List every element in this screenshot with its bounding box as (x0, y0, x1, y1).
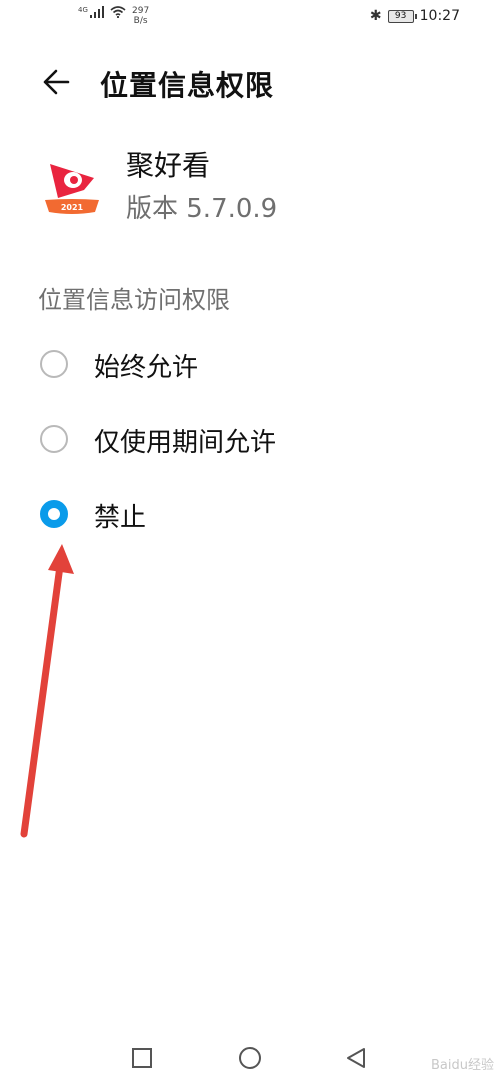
network-speed: 297 B/s (132, 6, 149, 26)
option-label: 禁止 (94, 503, 147, 533)
arrow-left-icon (43, 69, 70, 95)
app-name: 聚好看 (126, 149, 211, 182)
app-icon-badge: 2021 (61, 203, 84, 212)
radio-button-selected[interactable] (40, 500, 68, 528)
page-title: 位置信息权限 (100, 69, 275, 102)
navigation-bar: Baidu经验 (0, 1028, 500, 1084)
wifi-icon (110, 6, 126, 18)
status-bar: 4G 297 B/s ✱ 93 10:27 (0, 0, 500, 36)
square-icon (132, 1048, 152, 1068)
status-right: ✱ 93 10:27 (370, 8, 460, 24)
back-nav-button[interactable] (342, 1044, 370, 1072)
section-label: 位置信息访问权限 (38, 286, 230, 314)
network-type: 4G (78, 6, 88, 14)
triangle-back-icon (347, 1048, 365, 1068)
app-version: 版本 5.7.0.9 (126, 194, 278, 224)
option-always-allow[interactable]: 始终允许 (0, 334, 500, 394)
battery-indicator: 93 (387, 9, 417, 23)
page-header: 位置信息权限 (0, 58, 500, 106)
speed-unit: B/s (133, 16, 148, 26)
recent-apps-button[interactable] (128, 1044, 156, 1072)
option-deny[interactable]: 禁止 (0, 484, 500, 544)
option-label: 仅使用期间允许 (94, 428, 277, 458)
home-button[interactable] (236, 1044, 264, 1072)
app-info: 2021 聚好看 版本 5.7.0.9 (0, 140, 500, 230)
status-left: 4G 297 B/s (78, 6, 149, 26)
radio-button[interactable] (40, 350, 68, 378)
back-button[interactable] (36, 62, 76, 102)
status-time: 10:27 (419, 8, 460, 24)
watermark: Baidu经验 (431, 1058, 494, 1073)
option-label: 始终允许 (94, 353, 199, 383)
jhk-app-icon: 2021 (45, 164, 99, 214)
signal-icon (90, 6, 104, 18)
bluetooth-icon: ✱ (369, 8, 382, 24)
circle-icon (239, 1047, 261, 1069)
radio-button[interactable] (40, 425, 68, 453)
speed-value: 297 (132, 6, 150, 16)
option-allow-while-using[interactable]: 仅使用期间允许 (0, 409, 500, 469)
